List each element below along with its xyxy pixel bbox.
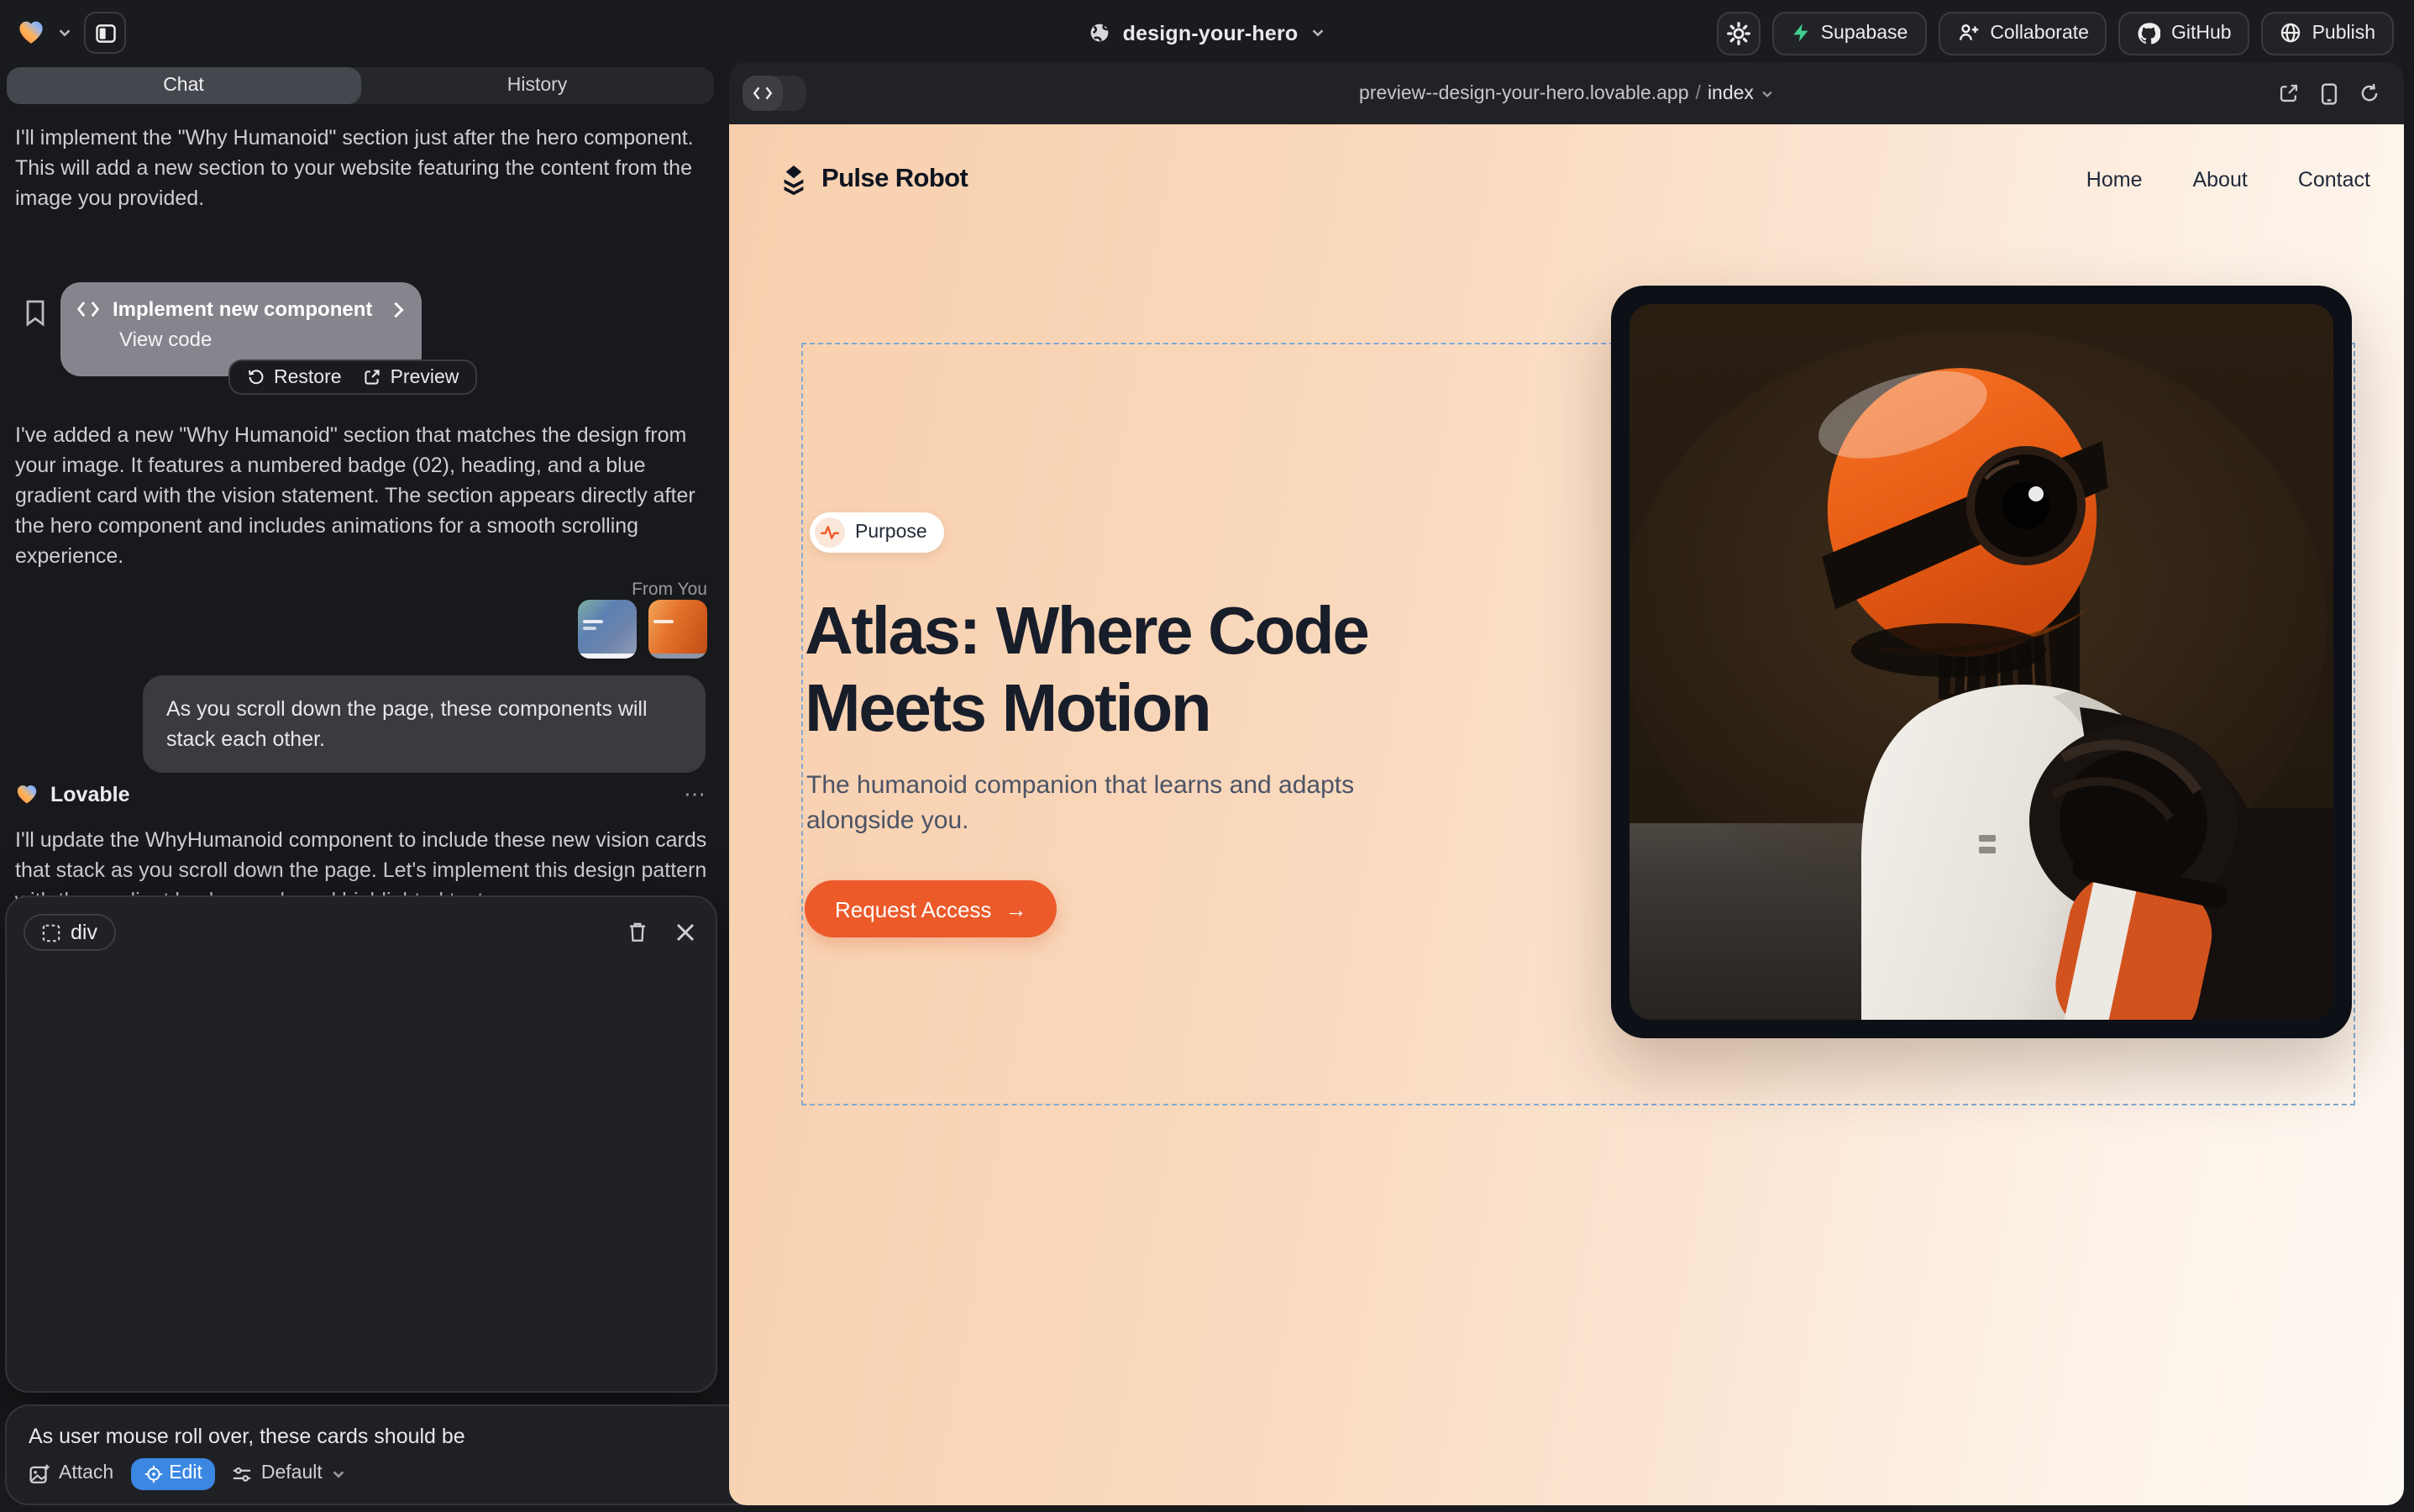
pulse-icon: [820, 522, 840, 543]
preview-viewport: Pulse Robot Home About Contact Purpose A…: [729, 124, 2404, 1505]
globe-icon: [1089, 22, 1111, 44]
gear-icon: [1727, 21, 1750, 45]
github-icon: [2138, 21, 2161, 45]
tab-chat[interactable]: Chat: [7, 67, 360, 104]
chat-tab-bar: Chat History: [7, 67, 714, 104]
component-card-title: Implement new component: [113, 297, 378, 321]
globe-icon: [2280, 22, 2302, 44]
badge-label: Purpose: [855, 522, 927, 543]
from-you-label: From You: [632, 580, 707, 600]
dashed-box-icon: [42, 923, 60, 942]
arrow-right-icon: →: [1005, 896, 1026, 921]
attachment-thumbnail[interactable]: [578, 600, 637, 659]
assistant-name: Lovable: [50, 783, 672, 806]
mobile-view-icon[interactable]: [2320, 81, 2338, 105]
site-header: Pulse Robot Home About Contact: [779, 158, 2370, 202]
settings-button[interactable]: [1717, 11, 1761, 55]
hero-subheading: The humanoid companion that learns and a…: [806, 768, 1369, 838]
external-link-icon: [364, 368, 382, 386]
selected-element-pill[interactable]: div: [24, 914, 116, 951]
preview-button[interactable]: Preview: [364, 367, 459, 387]
version-actions: Restore Preview: [228, 360, 477, 395]
collaborate-button[interactable]: Collaborate: [1938, 11, 2107, 55]
nav-home[interactable]: Home: [2086, 168, 2143, 192]
attach-button[interactable]: Attach: [29, 1462, 113, 1484]
hero-heading: Atlas: Where Code Meets Motion: [805, 593, 1477, 748]
chevron-right-icon: [391, 300, 405, 318]
nav-contact[interactable]: Contact: [2298, 168, 2370, 192]
close-icon[interactable]: [675, 922, 695, 942]
robot-image: [1629, 304, 2333, 1020]
sliders-icon: [233, 1464, 253, 1483]
purpose-badge: Purpose: [810, 512, 944, 553]
element-inspector-panel: div Margin 0 0 Padding 0 0 Backgro: [5, 895, 717, 1393]
user-message-bubble: As you scroll down the page, these compo…: [143, 675, 706, 773]
chevron-down-icon: [331, 1466, 346, 1481]
code-icon: [77, 301, 99, 318]
preview-url[interactable]: preview--design-your-hero.lovable.app / …: [729, 62, 2404, 124]
github-button[interactable]: GitHub: [2119, 11, 2250, 55]
chevron-down-icon: [1309, 25, 1325, 40]
chevron-down-icon: [1761, 87, 1774, 100]
trash-icon[interactable]: [627, 921, 648, 944]
preview-panel: preview--design-your-hero.lovable.app / …: [729, 62, 2404, 1505]
lovable-app: design-your-hero Supabase: [0, 0, 2414, 1512]
assistant-header: Lovable ⋯: [15, 780, 707, 810]
request-access-button[interactable]: Request Access →: [805, 880, 1057, 937]
supabase-icon: [1791, 22, 1811, 44]
image-icon: [29, 1462, 50, 1484]
bookmark-icon[interactable]: [24, 299, 47, 328]
tab-history[interactable]: History: [360, 67, 714, 104]
assistant-message: I've added a new "Why Humanoid" section …: [15, 420, 716, 571]
target-icon: [144, 1464, 162, 1483]
edit-mode-button[interactable]: Edit: [130, 1457, 216, 1489]
attachment-thumbnail[interactable]: [648, 600, 707, 659]
open-in-new-tab-icon[interactable]: [2278, 82, 2300, 104]
preview-toolbar: preview--design-your-hero.lovable.app / …: [729, 62, 2404, 124]
site-brand[interactable]: Pulse Robot: [779, 164, 968, 196]
assistant-message: I'll implement the "Why Humanoid" sectio…: [15, 123, 716, 213]
publish-button[interactable]: Publish: [2262, 11, 2394, 55]
project-name: design-your-hero: [1123, 21, 1299, 45]
more-menu-icon[interactable]: ⋯: [684, 781, 707, 808]
nav-about[interactable]: About: [2192, 168, 2247, 192]
hero-robot-card: [1611, 286, 2352, 1038]
supabase-button[interactable]: Supabase: [1772, 11, 1927, 55]
refresh-icon[interactable]: [2359, 82, 2380, 104]
pulse-robot-logo-icon: [779, 164, 808, 196]
restore-icon: [247, 368, 265, 386]
top-bar: design-your-hero Supabase: [0, 0, 2414, 66]
restore-button[interactable]: Restore: [247, 367, 342, 387]
model-mode-button[interactable]: Default: [233, 1463, 346, 1483]
view-code-link[interactable]: View code: [119, 328, 405, 351]
lovable-heart-icon: [15, 783, 39, 806]
invite-user-icon: [1956, 22, 1980, 44]
